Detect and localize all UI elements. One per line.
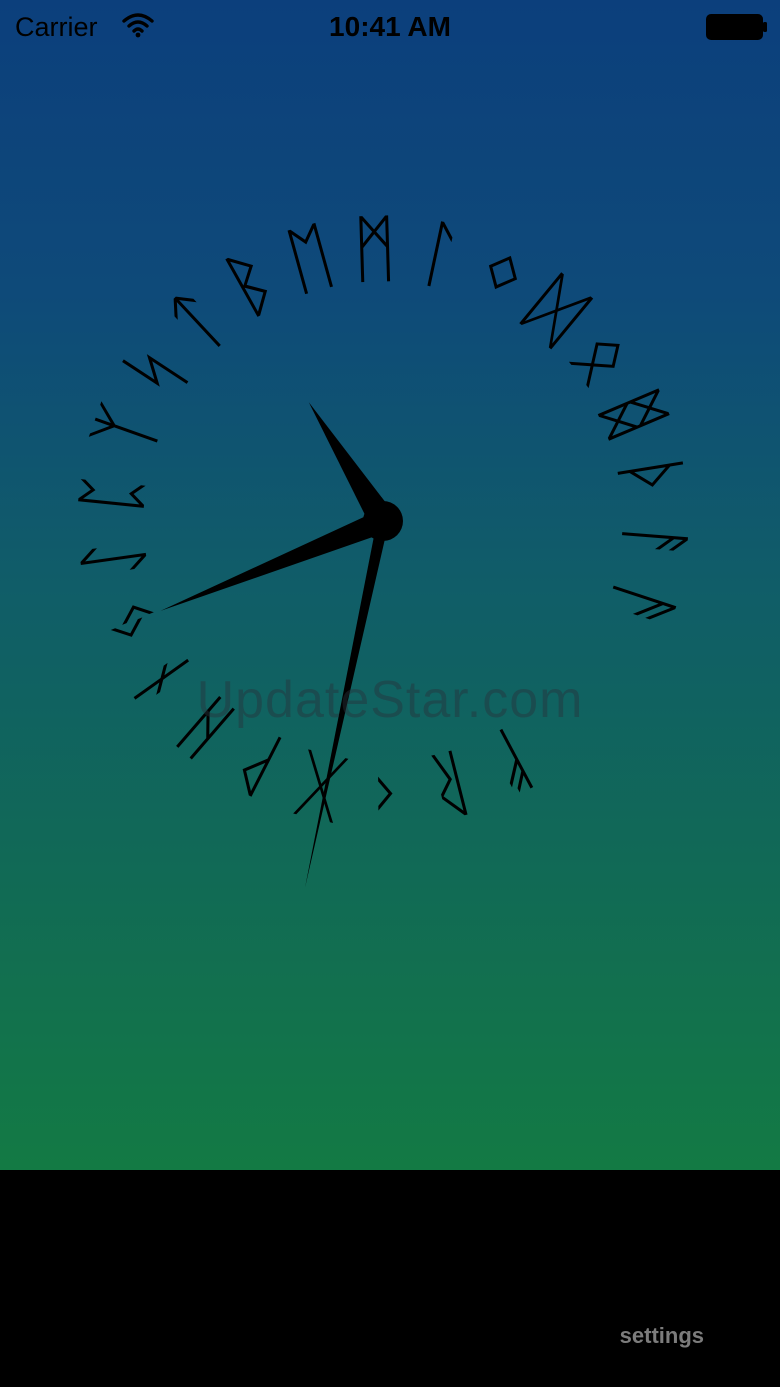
rune-glyph: ᛥ [585,377,682,451]
rune-glyph: ᛗ [351,205,398,292]
rune-glyph: ᚦ [606,449,698,507]
watermark-text: UpdateStar.com [196,671,584,729]
minute-hand [160,507,394,611]
rune-glyph: ᛉ [79,395,175,466]
rune-glyph: ᛖ [277,212,343,307]
rune-clock: ᚠᚱᚲᚷᚹᚺᚾᛃᛇᛈᛉᛋᛏᛒᛖ ᛗ ᛚᛜᛞᛟᛥᚦᚨᚫ [67,205,699,888]
rune-glyph: ᛃ [82,585,178,658]
rune-glyph: ᚨ [610,517,699,568]
rune-glyph: ᛇ [68,531,159,587]
rune-glyph: ᚲ [363,750,408,836]
rune-glyph: ᛈ [67,467,157,520]
rune-glyph: ᚱ [418,737,482,831]
bottom-bar: settings [0,1170,780,1387]
rune-glyph: ᛚ [409,208,470,301]
settings-button[interactable]: settings [620,1323,704,1349]
hand-pivot [363,501,403,541]
clock-screen: Carrier 10:41 AM ᚠᚱᚲᚷᚹᚺᚾᛃᛇᛈᛉᛋᛏᛒᛖᛗᛚᛜᛞᛟᛥᚦᚨ… [0,0,780,1170]
rune-glyph: ᚫ [594,572,690,641]
